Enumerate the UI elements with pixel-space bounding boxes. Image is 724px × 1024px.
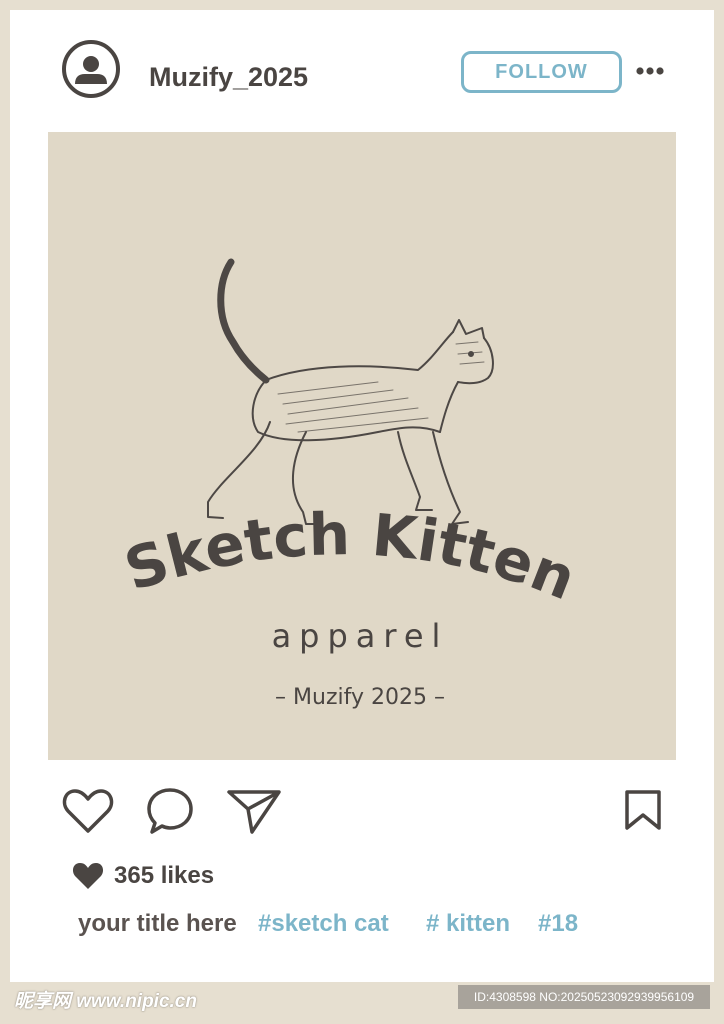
image-brand: – Muzify 2025 – [275, 685, 445, 710]
share-icon[interactable] [226, 787, 282, 835]
cat-illustration [207, 258, 494, 525]
likes-count[interactable]: 365 likes [114, 862, 214, 890]
username[interactable]: Muzify_2025 [149, 62, 308, 92]
avatar[interactable] [62, 40, 120, 98]
user-avatar-icon [75, 56, 107, 84]
hashtag-18[interactable]: #18 [538, 910, 578, 938]
comment-icon[interactable] [146, 786, 194, 836]
heart-icon[interactable] [62, 788, 114, 834]
hashtag-sketch-cat[interactable]: #sketch cat [258, 910, 389, 938]
bookmark-icon[interactable] [624, 789, 662, 831]
more-icon[interactable] [636, 65, 664, 77]
watermark-id: ID:4308598 NO:20250523092939956109 [458, 985, 710, 1009]
watermark-site: 昵享网 www.nipic.cn [14, 991, 197, 1012]
likes-row: 365 likes [72, 861, 214, 891]
follow-button[interactable]: FOLLOW [461, 51, 622, 93]
image-title: Sketch Kitten [117, 500, 585, 613]
hashtag-kitten[interactable]: # kitten [426, 910, 510, 938]
image-subtitle: apparel [272, 617, 449, 655]
heart-filled-icon [72, 863, 104, 889]
post-image[interactable]: Sketch Kitten apparel – Muzify 2025 – [48, 132, 676, 760]
caption-title: your title here [78, 910, 237, 937]
post-card: Muzify_2025 FOLLOW Sketch Kitten apparel… [10, 10, 714, 982]
